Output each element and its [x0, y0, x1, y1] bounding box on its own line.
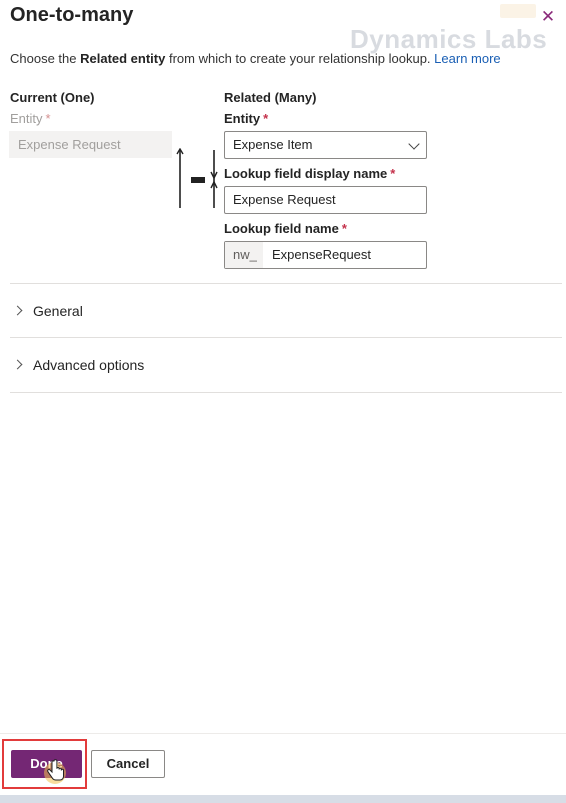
divider — [10, 337, 562, 338]
field-name-prefix: nw_ — [225, 242, 263, 268]
display-name-input[interactable]: Expense Request — [224, 186, 427, 214]
close-icon[interactable]: ✕ — [539, 8, 557, 26]
intro-prefix: Choose the — [10, 51, 81, 66]
chevron-right-icon — [12, 305, 23, 316]
related-entity-value: Expense Item — [233, 137, 313, 152]
taskbar-strip — [0, 795, 566, 803]
related-entity-label: Entity * — [224, 111, 268, 126]
section-label: Advanced options — [33, 357, 145, 373]
required-mark: * — [341, 221, 347, 236]
current-entity-field: Expense Request — [9, 131, 172, 158]
required-mark: * — [45, 111, 51, 126]
field-name-label-text: Lookup field name — [224, 221, 339, 236]
divider — [10, 392, 562, 393]
current-entity-label-text: Entity — [10, 111, 43, 126]
watermark-badge — [500, 4, 536, 18]
current-entity-label: Entity * — [10, 111, 51, 126]
related-heading: Related (Many) — [224, 90, 317, 105]
field-name-label: Lookup field name * — [224, 221, 347, 236]
footer-divider — [0, 733, 566, 734]
current-heading: Current (One) — [10, 90, 95, 105]
divider — [10, 283, 562, 284]
intro-suffix: from which to create your relationship l… — [165, 51, 431, 66]
one-to-many-relationship-icon — [176, 148, 218, 208]
section-general[interactable]: General — [10, 303, 83, 319]
intro-text: Choose the Related entity from which to … — [10, 51, 501, 66]
related-entity-dropdown[interactable]: Expense Item — [224, 131, 427, 159]
chevron-right-icon — [12, 359, 23, 370]
learn-more-link[interactable]: Learn more — [434, 51, 500, 66]
section-label: General — [33, 303, 83, 319]
display-name-label: Lookup field display name * — [224, 166, 395, 181]
chevron-down-icon — [408, 138, 420, 150]
field-name-value: ExpenseRequest — [272, 247, 372, 262]
one-to-many-dialog: One-to-many Dynamics Labs ✕ Choose the R… — [0, 0, 566, 803]
cancel-button[interactable]: Cancel — [91, 750, 165, 778]
dialog-title: One-to-many — [10, 4, 134, 26]
required-mark: * — [390, 166, 396, 181]
required-mark: * — [263, 111, 269, 126]
intro-bold: Related entity — [80, 51, 166, 66]
display-name-label-text: Lookup field display name — [224, 166, 388, 181]
related-entity-label-text: Entity — [224, 111, 261, 126]
hand-pointer-icon — [44, 759, 66, 784]
field-name-input[interactable]: nw_ ExpenseRequest — [224, 241, 427, 269]
section-advanced-options[interactable]: Advanced options — [10, 357, 144, 373]
